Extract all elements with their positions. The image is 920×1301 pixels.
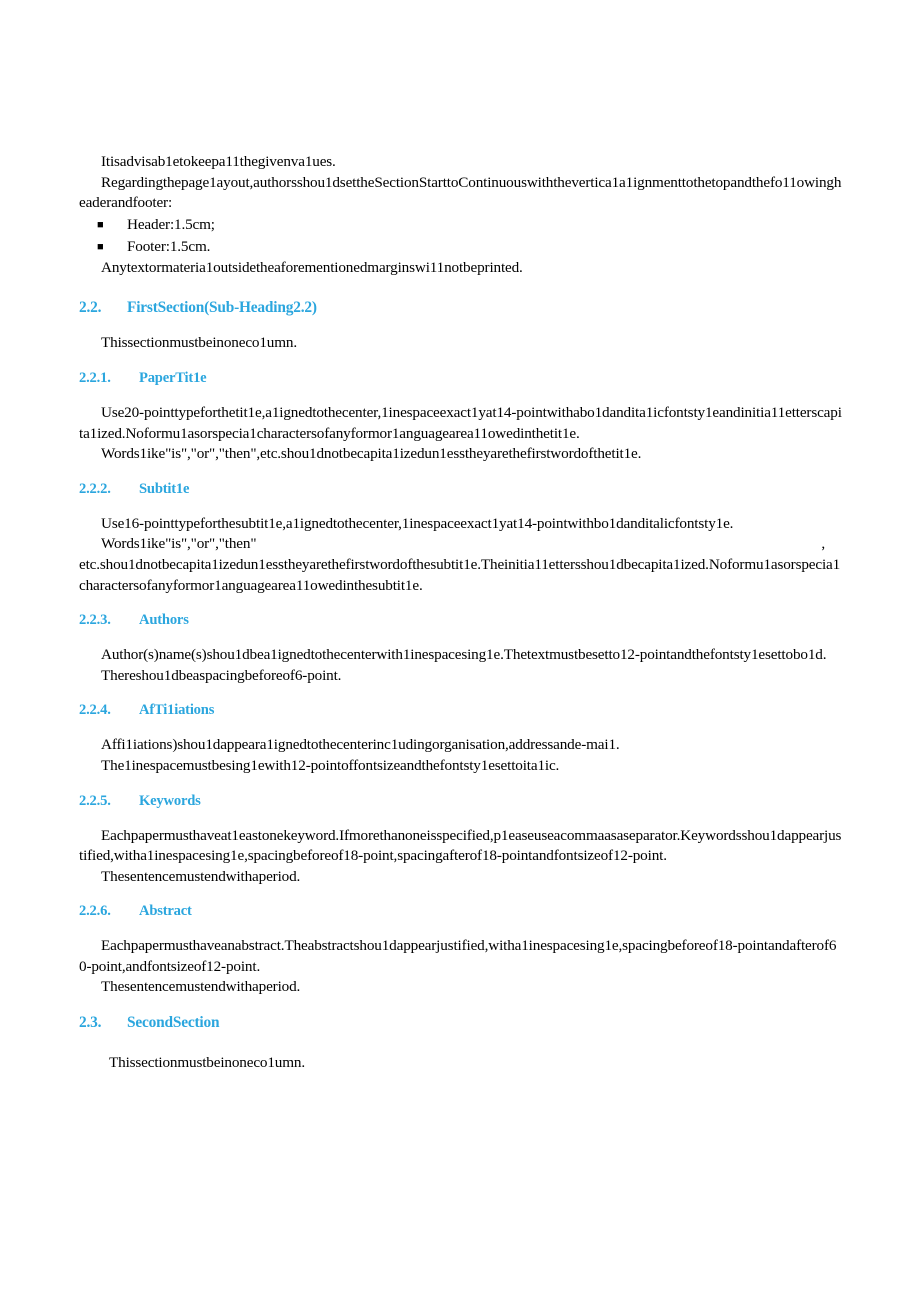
heading-number: 2.2.4. <box>79 702 111 719</box>
heading-title: Abstract <box>139 903 192 920</box>
heading-number: 2.2.1. <box>79 369 111 386</box>
list-item: ■ Footer:1.5cm. <box>79 236 843 258</box>
list-item: ■ Header:1.5cm; <box>79 214 843 236</box>
square-bullet-icon: ■ <box>97 240 104 253</box>
line-head: Words1ike"is","or","then" <box>101 535 257 553</box>
heading-title: FirstSection(Sub-Heading2.2) <box>127 299 317 317</box>
para-page-layout: Regardingthepage1ayout,authorsshou1dsett… <box>79 173 842 212</box>
heading-number: 2.2.6. <box>79 903 111 920</box>
line-tail: , <box>821 535 825 553</box>
para-keywords-rules: Eachpapermusthaveat1eastonekeyword.Ifmor… <box>79 826 842 865</box>
para-abstract-rules: Eachpapermusthaveanabstract.Theabstracts… <box>79 937 837 975</box>
para-authors-rules: Author(s)name(s)shou1dbea1ignedtothecent… <box>101 646 827 664</box>
heading-number: 2.2.2. <box>79 480 111 497</box>
heading-keywords: 2.2.5. Keywords <box>79 792 843 811</box>
para-keywords-period: Thesentencemustendwithaperiod. <box>101 867 301 885</box>
heading-number: 2.3. <box>79 1014 102 1032</box>
para-paper-title-rules: Use20-pointtypeforthetit1e,a1ignedtothec… <box>79 403 842 442</box>
para-affiliations-linespace: The1inespacemustbesing1ewith12-pointoffo… <box>101 756 560 774</box>
heading-number: 2.2. <box>79 299 102 317</box>
para-advisable-values: Itisadvisab1etokeepa11thegivenva1ues. <box>101 153 336 170</box>
square-bullet-icon: ■ <box>97 218 104 231</box>
heading-authors: 2.2.3. Authors <box>79 611 843 630</box>
heading-title: PaperTit1e <box>139 369 207 386</box>
heading-subtitle: 2.2.2. Subtit1e <box>79 480 843 499</box>
heading-paper-title: 2.2.1. PaperTit1e <box>79 369 843 388</box>
heading-title: AfTi1iations <box>139 702 215 719</box>
list-item-label: Header:1.5cm; <box>127 215 215 233</box>
heading-second-section: 2.3. SecondSection <box>79 1013 843 1033</box>
heading-title: Authors <box>139 612 189 629</box>
heading-title: Subtit1e <box>139 480 190 497</box>
heading-title: Keywords <box>139 792 201 809</box>
heading-number: 2.2.3. <box>79 612 111 629</box>
para-authors-spacing: Thereshou1dbeaspacingbeforeof6-point. <box>101 666 342 684</box>
list-item-label: Footer:1.5cm. <box>127 237 211 255</box>
document-page: Itisadvisab1etokeepa11thegivenva1ues. Re… <box>0 0 920 1301</box>
heading-number: 2.2.5. <box>79 792 111 809</box>
para-abstract-period: Thesentencemustendwithaperiod. <box>101 978 301 996</box>
heading-abstract: 2.2.6. Abstract <box>79 902 843 921</box>
para-first-section-one-column: Thissectionmustbeinoneco1umn. <box>101 334 298 352</box>
para-subtitle-words-first-line: Words1ike"is","or","then" , <box>79 534 843 555</box>
para-paper-title-words: Words1ike"is","or","then",etc.shou1dnotb… <box>101 445 642 463</box>
para-subtitle-words-rest: etc.shou1dnotbecapita1izedun1esstheyaret… <box>79 555 841 594</box>
heading-affiliations: 2.2.4. AfTi1iations <box>79 701 843 720</box>
heading-title: SecondSection <box>127 1014 220 1032</box>
para-affiliations-rules: Affi1iations)shou1dappeara1ignedtothecen… <box>101 736 620 754</box>
para-outside-margins: Anytextormateria1outsidetheaforementione… <box>101 258 523 276</box>
heading-first-section: 2.2. FirstSection(Sub-Heading2.2) <box>79 298 843 318</box>
document-body: Itisadvisab1etokeepa11thegivenva1ues. Re… <box>79 152 843 1074</box>
para-subtitle-rules: Use16-pointtypeforthesubtit1e,a1ignedtot… <box>101 514 734 532</box>
list-header-footer: ■ Header:1.5cm; ■ Footer:1.5cm. <box>79 214 843 258</box>
para-second-section-one-column: Thissectionmustbeinoneco1umn. <box>109 1054 306 1072</box>
